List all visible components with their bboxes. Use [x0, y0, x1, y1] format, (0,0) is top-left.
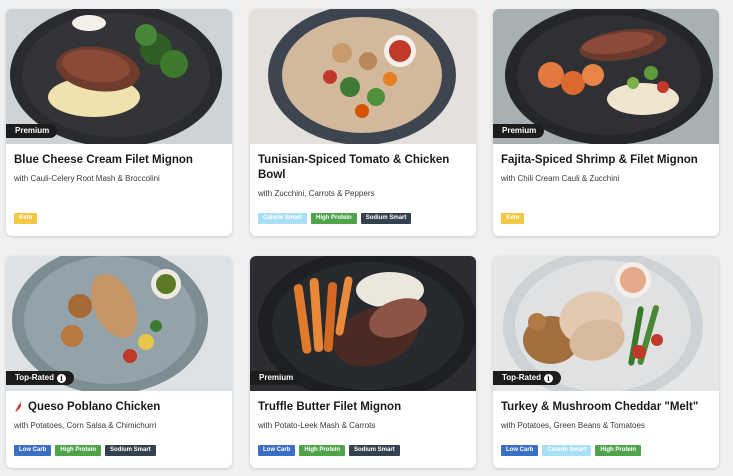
tag-high-protein: High Protein: [55, 445, 102, 456]
meal-card-truffle-butter-filet[interactable]: Premium Truffle Butter Filet Mignon with…: [250, 256, 476, 468]
meal-card-blue-cheese-filet[interactable]: Premium Blue Cheese Cream Filet Mignon w…: [6, 9, 232, 236]
tag-sodium-smart: Sodium Smart: [105, 445, 156, 456]
meal-subtitle: with Chili Cream Cauli & Zucchini: [501, 174, 620, 183]
meal-tags: Keto: [501, 213, 525, 224]
meal-title[interactable]: Truffle Butter Filet Mignon: [258, 400, 468, 415]
meal-tags: Low Carb High Protein Sodium Smart: [14, 445, 156, 456]
meal-photo[interactable]: Top-Rated i: [493, 256, 719, 391]
meal-subtitle: with Cauli-Celery Root Mash & Broccolini: [14, 174, 160, 183]
tag-keto: Keto: [14, 213, 38, 224]
tag-high-protein: High Protein: [595, 445, 642, 456]
premium-flag: Premium: [493, 124, 545, 138]
meal-tags: Low Carb High Protein Sodium Smart: [258, 445, 400, 456]
meal-title[interactable]: Fajita-Spiced Shrimp & Filet Mignon: [501, 153, 711, 168]
meal-tags: Keto: [14, 213, 38, 224]
meal-title[interactable]: Queso Poblano Chicken: [14, 400, 224, 415]
premium-flag: Premium: [250, 371, 302, 385]
premium-flag: Premium: [6, 124, 58, 138]
meal-subtitle: with Potatoes, Green Beans & Tomatoes: [501, 421, 645, 430]
tag-calorie-smart: Calorie Smart: [258, 213, 308, 224]
meal-title[interactable]: Turkey & Mushroom Cheddar "Melt": [501, 400, 711, 415]
meal-title[interactable]: Tunisian-Spiced Tomato & Chicken Bowl: [258, 153, 468, 183]
meal-card-queso-poblano-chicken[interactable]: Top-Rated i Queso Poblano Chicken with P…: [6, 256, 232, 468]
meal-photo[interactable]: Premium: [6, 9, 232, 144]
info-icon[interactable]: i: [543, 373, 553, 383]
tag-high-protein: High Protein: [299, 445, 346, 456]
meal-card-turkey-mushroom-melt[interactable]: Top-Rated i Turkey & Mushroom Cheddar "M…: [493, 256, 719, 468]
meal-subtitle: with Zucchini, Carrots & Peppers: [258, 189, 375, 198]
meal-card-fajita-shrimp-filet[interactable]: Premium Fajita-Spiced Shrimp & Filet Mig…: [493, 9, 719, 236]
tag-low-carb: Low Carb: [501, 445, 539, 456]
tag-low-carb: Low Carb: [14, 445, 52, 456]
meal-photo[interactable]: Top-Rated i: [6, 256, 232, 391]
top-rated-flag: Top-Rated i: [6, 371, 74, 385]
top-rated-flag: Top-Rated i: [493, 371, 561, 385]
meal-subtitle: with Potatoes, Corn Salsa & Chimichurri: [14, 421, 157, 430]
tag-sodium-smart: Sodium Smart: [360, 213, 412, 224]
meal-card-tunisian-chicken-bowl[interactable]: Tunisian-Spiced Tomato & Chicken Bowl wi…: [250, 9, 476, 236]
meal-photo[interactable]: Premium: [250, 256, 476, 391]
meal-photo[interactable]: Premium: [493, 9, 719, 144]
tag-low-carb: Low Carb: [258, 445, 296, 456]
tag-sodium-smart: Sodium Smart: [349, 445, 400, 456]
meal-tags: Calorie Smart High Protein Sodium Smart: [258, 213, 412, 224]
meal-subtitle: with Potato-Leek Mash & Carrots: [258, 421, 376, 430]
meal-tags: Low Carb Calorie Smart High Protein: [501, 445, 642, 456]
info-icon[interactable]: i: [56, 373, 66, 383]
meal-title-text: Queso Poblano Chicken: [28, 401, 161, 413]
chili-pepper-icon: [15, 401, 22, 412]
meal-title[interactable]: Blue Cheese Cream Filet Mignon: [14, 153, 224, 168]
tag-high-protein: High Protein: [311, 213, 357, 224]
tag-keto: Keto: [501, 213, 525, 224]
tag-calorie-smart: Calorie Smart: [542, 445, 592, 456]
meal-photo[interactable]: [250, 9, 476, 144]
